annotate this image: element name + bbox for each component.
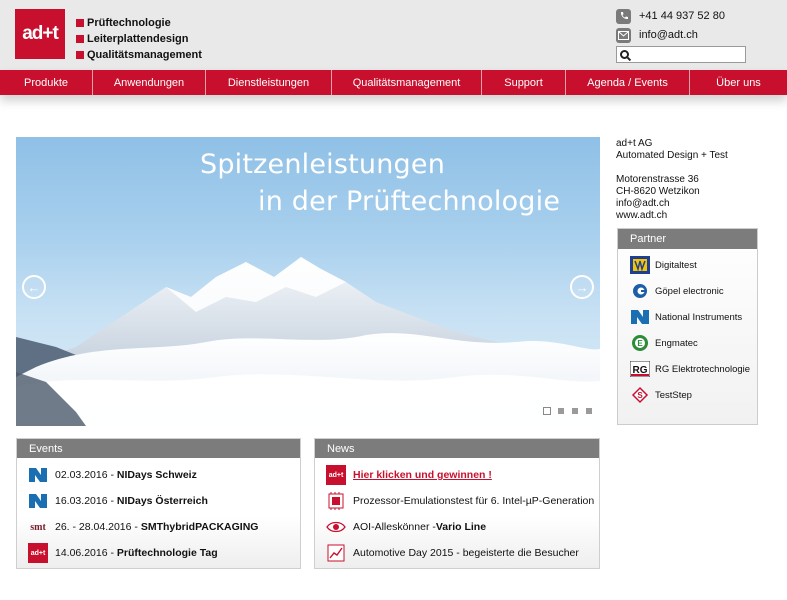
event-item[interactable]: 16.03.2016 - NIDays Österreich <box>28 491 208 511</box>
main-navigation: Produkte Anwendungen Dienstleistungen Qu… <box>0 70 787 95</box>
engmatec-logo: E <box>629 333 651 353</box>
adt-logo: ad+t <box>28 543 48 563</box>
teststep-logo: S <box>629 385 651 405</box>
event-item[interactable]: smt 26. - 28.04.2016 - SMThybridPACKAGIN… <box>28 517 258 537</box>
search-input[interactable] <box>633 49 743 60</box>
chart-icon <box>326 543 346 563</box>
phone-number: +41 44 937 52 80 <box>639 10 725 22</box>
events-panel-title: Events <box>17 439 300 458</box>
slider-dot-2[interactable] <box>557 407 565 415</box>
company-subtitle: Automated Design + Test <box>616 150 728 161</box>
search-icon <box>620 50 629 59</box>
nav-anwendungen[interactable]: Anwendungen <box>93 70 206 95</box>
svg-text:S: S <box>637 391 643 400</box>
nav-agenda-events[interactable]: Agenda / Events <box>566 70 690 95</box>
search-box[interactable] <box>616 46 746 63</box>
phone-icon <box>616 8 631 24</box>
event-item[interactable]: ad+t 14.06.2016 - Prüftechnologie Tag <box>28 543 218 563</box>
address-email-link[interactable]: info@adt.ch <box>616 198 670 210</box>
news-item[interactable]: AOI-Alleskönner - Vario Line <box>326 517 486 537</box>
nav-support[interactable]: Support <box>482 70 566 95</box>
national-instruments-logo <box>629 307 651 327</box>
partner-engmatec[interactable]: E Engmatec <box>629 333 698 353</box>
tagline-qualitaetsmanagement[interactable]: Qualitätsmanagement <box>76 48 202 62</box>
bullet-square-icon <box>76 19 84 27</box>
tagline-leiterplattendesign[interactable]: Leiterplattendesign <box>76 32 188 46</box>
adt-logo[interactable]: ad+t <box>15 9 65 59</box>
rg-logo: RG <box>629 359 651 379</box>
goepel-logo <box>629 281 651 301</box>
national-instruments-logo <box>28 491 48 511</box>
chevron-right-icon: → <box>575 279 589 295</box>
hero-headline-line2: in der Prüftechnologie <box>258 186 561 217</box>
partner-national-instruments[interactable]: National Instruments <box>629 307 742 327</box>
svg-text:E: E <box>637 339 643 348</box>
nav-dienstleistungen[interactable]: Dienstleistungen <box>206 70 332 95</box>
site-header: ad+t Prüftechnologie Leiterplattendesign… <box>0 0 787 70</box>
nav-ueber-uns[interactable]: Über uns <box>690 70 787 95</box>
digitaltest-logo <box>629 255 651 275</box>
chevron-left-icon: ← <box>27 279 41 295</box>
news-item[interactable]: Automotive Day 2015 - begeisterte die Be… <box>326 543 579 563</box>
hero-headline-line1: Spitzenleistungen <box>200 149 446 180</box>
bullet-square-icon <box>76 35 84 43</box>
national-instruments-logo <box>28 465 48 485</box>
phone-contact: +41 44 937 52 80 <box>616 8 725 24</box>
nav-produkte[interactable]: Produkte <box>0 70 93 95</box>
partner-teststep[interactable]: S TestStep <box>629 385 692 405</box>
address-street: Motorenstrasse 36 <box>616 174 699 185</box>
address-city: CH-8620 Wetzikon <box>616 186 700 197</box>
slider-prev-button[interactable]: ← <box>22 275 46 299</box>
partner-digitaltest[interactable]: Digitaltest <box>629 255 697 275</box>
news-item[interactable]: ad+t Hier klicken und gewinnen ! <box>326 465 492 485</box>
nav-qualitaetsmanagement[interactable]: Qualitätsmanagement <box>332 70 482 95</box>
company-name: ad+t AG <box>616 138 653 149</box>
partner-panel-title: Partner <box>618 229 757 249</box>
news-panel-title: News <box>315 439 599 458</box>
event-item[interactable]: 02.03.2016 - NIDays Schweiz <box>28 465 197 485</box>
tagline-prueftechnologie[interactable]: Prüftechnologie <box>76 16 171 30</box>
hero-slider: Spitzenleistungen in der Prüftechnologie <box>16 137 600 426</box>
mail-icon <box>616 27 631 43</box>
news-item[interactable]: Prozessor-Emulationstest für 6. Intel-µP… <box>326 491 594 511</box>
bullet-square-icon <box>76 51 84 59</box>
smt-logo: smt <box>30 521 46 533</box>
slider-dot-3[interactable] <box>571 407 579 415</box>
slider-dot-4[interactable] <box>585 407 593 415</box>
partner-rg-elektrotechnologie[interactable]: RG RG Elektrotechnologie <box>629 359 750 379</box>
mountain-image <box>16 257 600 426</box>
slider-next-button[interactable]: → <box>570 275 594 299</box>
email-address: info@adt.ch <box>639 29 698 41</box>
eye-icon <box>326 517 346 537</box>
email-contact[interactable]: info@adt.ch <box>616 27 698 43</box>
partner-goepel[interactable]: Göpel electronic <box>629 281 724 301</box>
address-web-link[interactable]: www.adt.ch <box>616 210 667 222</box>
slider-dot-1[interactable] <box>543 407 551 415</box>
processor-icon <box>326 491 346 511</box>
adt-logo: ad+t <box>326 465 346 485</box>
